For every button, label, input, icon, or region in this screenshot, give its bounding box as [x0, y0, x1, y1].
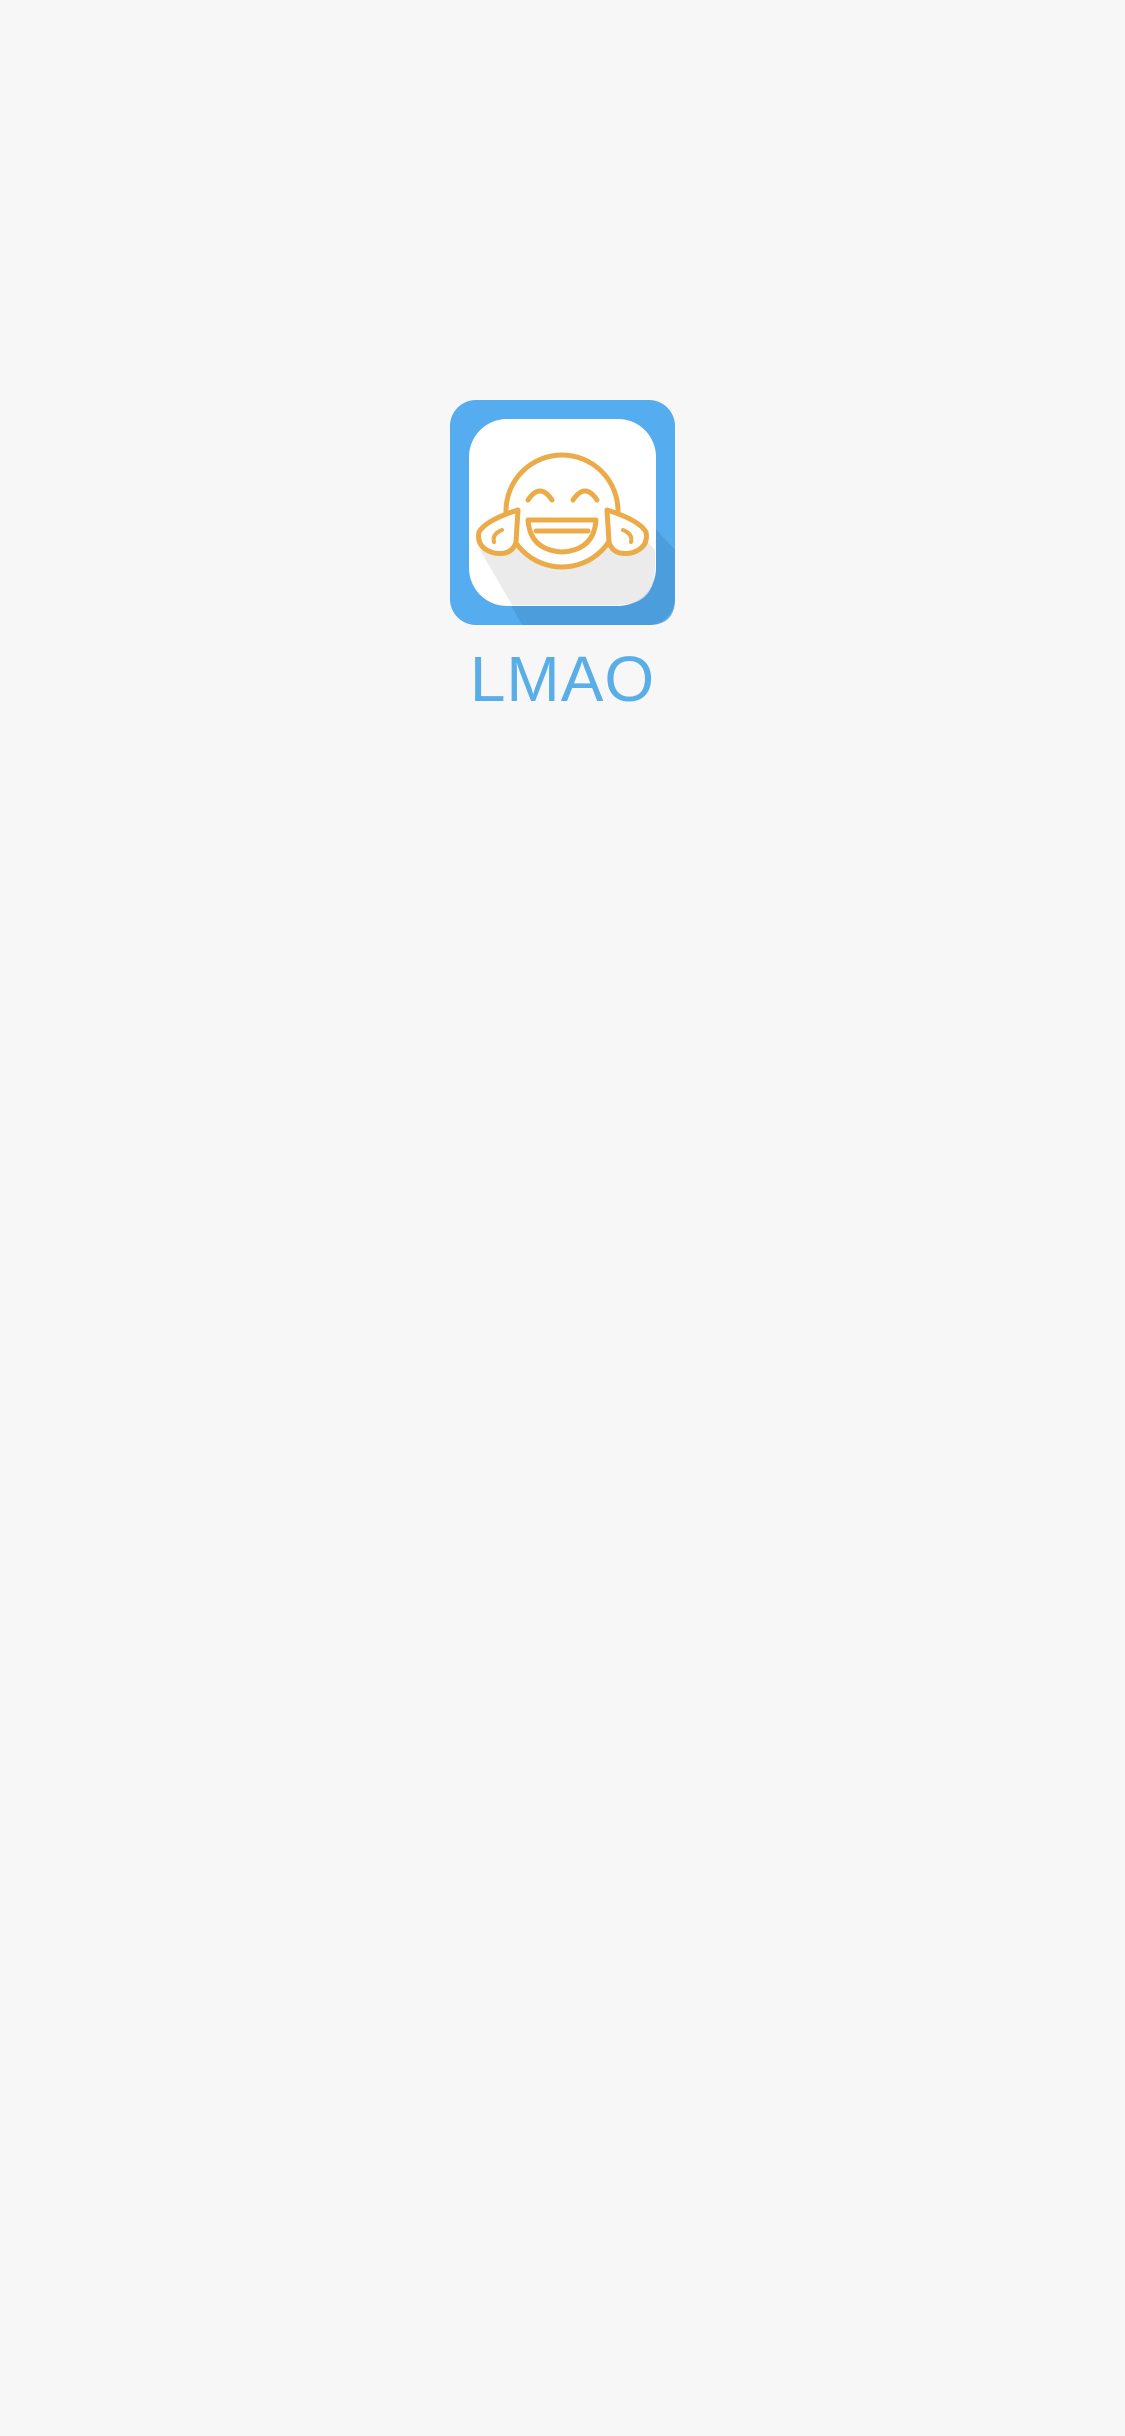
laughing-face-icon	[450, 400, 675, 625]
splash-screen: LMAO	[0, 0, 1125, 2436]
splash-content: LMAO	[0, 400, 1125, 711]
app-name: LMAO	[469, 643, 656, 715]
